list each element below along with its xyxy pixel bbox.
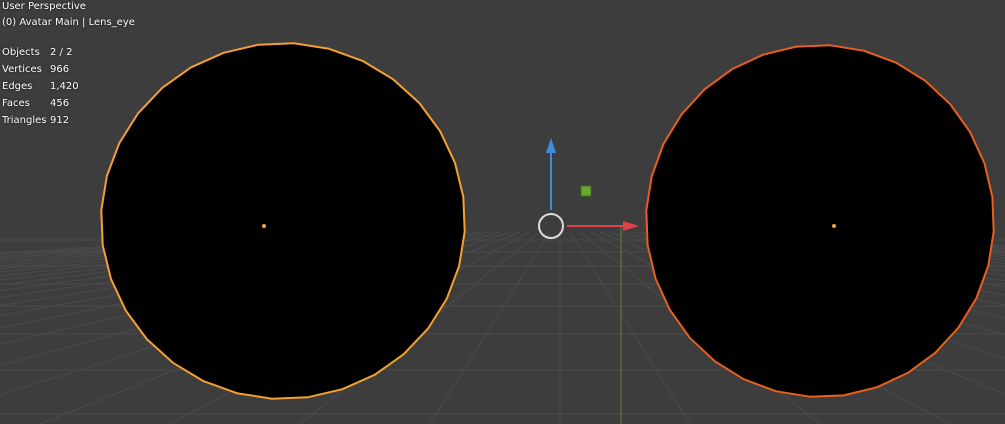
active-object-context-label: (0) Avatar Main | Lens_eye — [2, 17, 135, 28]
stats-label: Triangles — [2, 115, 47, 126]
stats-row-faces: Faces 456 — [2, 95, 79, 112]
stats-value: 2 / 2 — [50, 47, 73, 58]
3d-viewport[interactable]: User Perspective (0) Avatar Main | Lens_… — [0, 0, 1005, 424]
z-axis-arrow-icon[interactable] — [546, 138, 556, 153]
stats-label: Edges — [2, 81, 33, 92]
plane-handle-icon[interactable] — [580, 185, 592, 197]
stats-value: 456 — [50, 98, 70, 109]
stats-row-edges: Edges 1,420 — [2, 78, 79, 95]
transform-gizmo[interactable] — [538, 138, 639, 239]
stats-label: Vertices — [2, 64, 42, 75]
view-name-label: User Perspective — [2, 1, 86, 12]
selected-object-origin-point — [832, 224, 836, 228]
active-object-origin-point — [262, 224, 266, 228]
stats-label: Faces — [2, 98, 30, 109]
active-lens-mesh[interactable] — [100, 42, 466, 400]
selected-lens-mesh[interactable] — [645, 44, 995, 398]
move-center-circle-icon[interactable] — [538, 213, 564, 239]
stats-value: 912 — [50, 115, 70, 126]
stats-row-vertices: Vertices 966 — [2, 61, 79, 78]
viewport-canvas[interactable] — [0, 0, 1005, 424]
stats-row-triangles: Triangles 912 — [2, 112, 79, 129]
stats-value: 966 — [50, 64, 70, 75]
stats-label: Objects — [2, 47, 40, 58]
stats-row-objects: Objects 2 / 2 — [2, 44, 79, 61]
x-axis-arrow-icon[interactable] — [623, 221, 639, 231]
scene-statistics: Objects 2 / 2 Vertices 966 Edges 1,420 F… — [2, 44, 79, 129]
stats-value: 1,420 — [50, 81, 79, 92]
